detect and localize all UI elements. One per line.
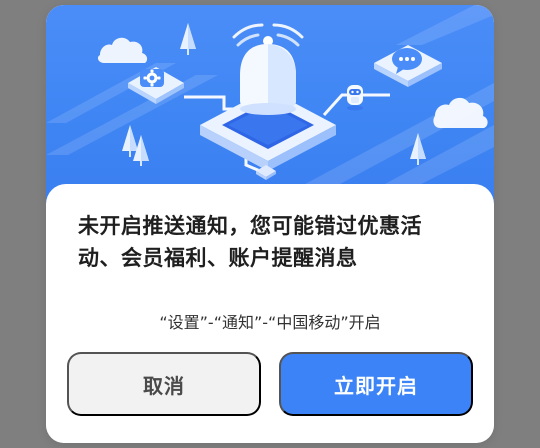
tree-icon <box>122 125 138 157</box>
dialog-content: 未开启推送通知，您可能错过优惠活动、会员福利、账户提醒消息 “设置”-“通知”-… <box>46 184 494 443</box>
dialog-title: 未开启推送通知，您可能错过优惠活动、会员福利、账户提醒消息 <box>78 214 422 270</box>
enable-notifications-button[interactable]: 立即开启 <box>279 352 473 416</box>
gear-card <box>128 67 184 104</box>
chat-card <box>374 45 442 87</box>
tree-icon <box>180 23 196 55</box>
notification-illustration <box>46 5 494 205</box>
cancel-button[interactable]: 取消 <box>67 352 261 416</box>
robot-icon <box>347 85 363 111</box>
cloud-icon <box>97 37 148 63</box>
settings-path-instruction: “设置”-“通知”-“中国移动”开启 <box>159 313 381 332</box>
push-notification-dialog: 未开启推送通知，您可能错过优惠活动、会员福利、账户提醒消息 “设置”-“通知”-… <box>46 5 494 443</box>
illustration-svg <box>46 5 494 205</box>
bell-icon <box>232 23 304 115</box>
